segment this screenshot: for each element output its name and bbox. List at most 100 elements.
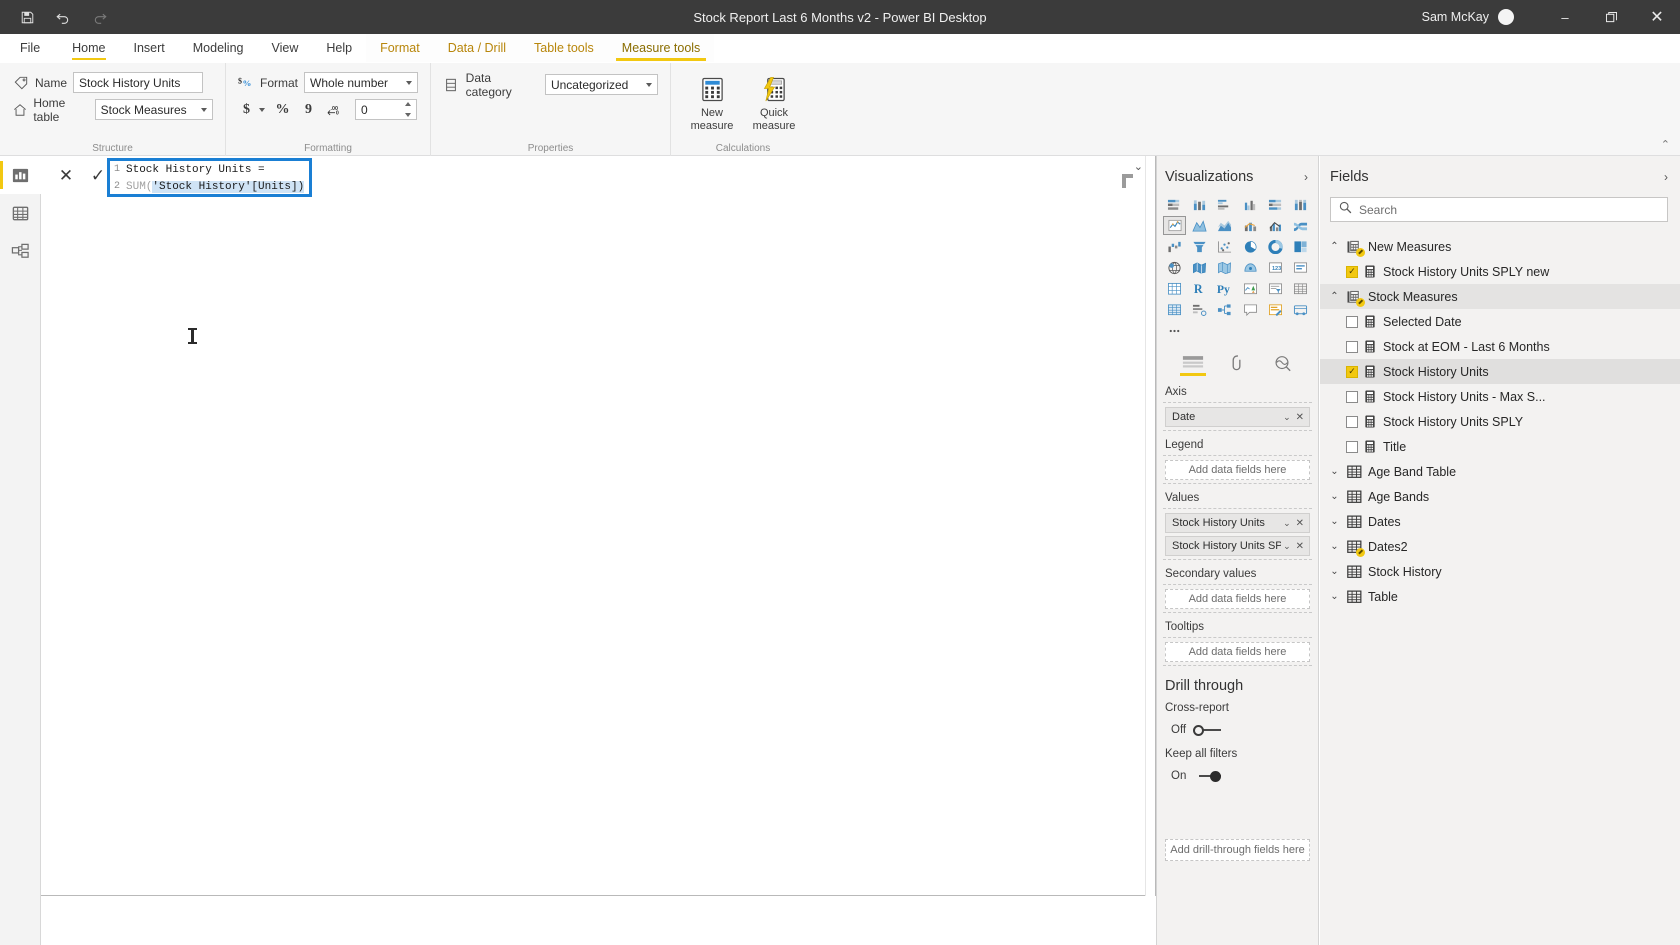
- ribbon-tab-data-drill[interactable]: Data / Drill: [433, 34, 521, 62]
- viz-icon-line-clustered-column-chart[interactable]: [1264, 216, 1287, 235]
- format-select[interactable]: Whole number: [304, 72, 418, 93]
- viz-icon-100-stacked-bar-chart[interactable]: [1264, 195, 1287, 214]
- field-stock-history-units-sply[interactable]: Stock History Units SPLY: [1320, 409, 1680, 434]
- viz-icon-pie-chart[interactable]: [1238, 237, 1261, 256]
- stepper-arrows[interactable]: [402, 102, 413, 117]
- viz-icon-paginated-report[interactable]: [1289, 300, 1312, 319]
- viz-icon-waterfall-chart[interactable]: [1163, 237, 1186, 256]
- save-icon[interactable]: [16, 6, 38, 28]
- ribbon-tab-modeling[interactable]: Modeling: [178, 34, 258, 62]
- viz-icon-map[interactable]: [1163, 258, 1186, 277]
- viz-icon-area-chart[interactable]: [1188, 216, 1211, 235]
- close-button[interactable]: ✕: [1634, 0, 1680, 34]
- viz-icon-q-and-a[interactable]: [1238, 300, 1261, 319]
- resize-corner-handle[interactable]: [1122, 174, 1133, 188]
- minimize-button[interactable]: –: [1542, 0, 1588, 34]
- tab-analytics[interactable]: [1267, 352, 1297, 374]
- rail-item-data-view[interactable]: [0, 194, 41, 232]
- field-checkbox[interactable]: [1346, 340, 1358, 353]
- currency-chevron-down-icon[interactable]: [259, 107, 265, 112]
- chevron-down-icon[interactable]: ⌄: [1328, 516, 1341, 527]
- chevron-up-icon[interactable]: ⌃: [1328, 241, 1341, 252]
- viz-icon-py-script-visual[interactable]: Py: [1213, 279, 1236, 298]
- ribbon-tab-home[interactable]: Home: [58, 34, 120, 62]
- chip-values-stock-history-units[interactable]: Stock History Units ⌄ ✕: [1165, 513, 1310, 533]
- viz-icon-key-influencers[interactable]: [1188, 300, 1211, 319]
- ribbon-tab-help[interactable]: Help: [312, 34, 367, 62]
- field-checkbox[interactable]: [1346, 315, 1358, 328]
- formula-input[interactable]: 1 Stock History Units = 2 SUM('Stock His…: [107, 158, 312, 197]
- field-checkbox[interactable]: [1346, 415, 1358, 428]
- field-stock-at-eom-last-6-months[interactable]: Stock at EOM - Last 6 Months: [1320, 334, 1680, 359]
- cancel-formula-button[interactable]: ✕: [53, 163, 79, 189]
- chevron-down-icon[interactable]: ⌄: [1328, 566, 1341, 577]
- chevron-down-icon[interactable]: ⌄: [1328, 541, 1341, 552]
- field-checkbox[interactable]: [1346, 440, 1358, 453]
- ribbon-tab-insert[interactable]: Insert: [119, 34, 179, 62]
- viz-icon-gauge[interactable]: 123: [1264, 258, 1287, 277]
- cross-report-toggle[interactable]: [1193, 724, 1222, 736]
- search-input[interactable]: Search: [1330, 197, 1668, 222]
- viz-icon-line-stacked-column-chart[interactable]: [1238, 216, 1261, 235]
- fields-group-new-measures[interactable]: ⌃ New Measures: [1320, 234, 1680, 259]
- chevron-up-icon[interactable]: ⌃: [1328, 291, 1341, 302]
- field-stock-history-units[interactable]: Stock History Units: [1320, 359, 1680, 384]
- decimal-places-button[interactable]: .00 0: [326, 99, 343, 120]
- fields-table-dates2[interactable]: ⌄ Dates2: [1320, 534, 1680, 559]
- restore-button[interactable]: [1588, 0, 1634, 34]
- viz-icon-treemap[interactable]: [1289, 237, 1312, 256]
- viz-icon-100-stacked-column-chart[interactable]: [1289, 195, 1312, 214]
- measure-name-input[interactable]: Stock History Units: [73, 72, 204, 93]
- fields-table-age-band-table[interactable]: ⌄ Age Band Table: [1320, 459, 1680, 484]
- ribbon-tab-view[interactable]: View: [257, 34, 313, 62]
- chevron-down-icon[interactable]: ⌄: [1281, 412, 1293, 423]
- viz-icon-funnel-chart[interactable]: [1188, 237, 1211, 256]
- decimals-stepper[interactable]: 0: [355, 99, 417, 120]
- quick-measure-button[interactable]: Quick measure: [745, 71, 803, 133]
- user-name[interactable]: Sam McKay: [1422, 10, 1489, 24]
- new-measure-button[interactable]: New measure: [683, 71, 741, 133]
- field-checkbox[interactable]: [1346, 265, 1358, 278]
- fields-table-age-bands[interactable]: ⌄ Age Bands: [1320, 484, 1680, 509]
- chip-values-stock-history-units-sply[interactable]: Stock History Units SPLY ⌄ ✕: [1165, 536, 1310, 556]
- viz-icon-ribbon-chart[interactable]: [1289, 216, 1312, 235]
- viz-icon-slicer[interactable]: [1264, 279, 1287, 298]
- chevron-down-icon[interactable]: ⌄: [1281, 541, 1293, 552]
- dropzone-secondary-values[interactable]: Add data fields here: [1165, 589, 1310, 609]
- rail-item-model-view[interactable]: [0, 232, 41, 270]
- viz-icon-kpi[interactable]: [1238, 279, 1261, 298]
- expand-formula-bar-button[interactable]: ⌄: [1134, 160, 1143, 173]
- viz-icon-smart-narrative[interactable]: [1264, 300, 1287, 319]
- dax-formula-editor[interactable]: ✕ ✓ 1 Stock History Units = 2 SUM('Stock…: [41, 156, 1156, 896]
- viz-icon-r-script-visual[interactable]: R: [1188, 279, 1211, 298]
- field-selected-date[interactable]: Selected Date: [1320, 309, 1680, 334]
- field-stock-history-units-sply-new[interactable]: Stock History Units SPLY new: [1320, 259, 1680, 284]
- viz-icon-clustered-column-chart[interactable]: [1238, 195, 1261, 214]
- ribbon-tab-measure-tools[interactable]: Measure tools: [607, 34, 715, 62]
- tab-fields[interactable]: [1178, 352, 1208, 376]
- viz-icon-multi-row-card[interactable]: [1163, 279, 1186, 298]
- chevron-down-icon[interactable]: ⌄: [1281, 518, 1293, 529]
- currency-format-button[interactable]: $: [238, 99, 255, 120]
- viz-icon-stacked-column-chart[interactable]: [1188, 195, 1211, 214]
- undo-icon[interactable]: [52, 6, 74, 28]
- avatar[interactable]: [1498, 9, 1514, 25]
- remove-field-icon[interactable]: ✕: [1293, 518, 1307, 529]
- redo-icon[interactable]: [88, 6, 110, 28]
- remove-field-icon[interactable]: ✕: [1293, 412, 1307, 423]
- chevron-down-icon[interactable]: ⌄: [1328, 591, 1341, 602]
- viz-icon-card[interactable]: [1289, 258, 1312, 277]
- viz-icon-decomposition-tree[interactable]: [1213, 300, 1236, 319]
- viz-icon-azure-map[interactable]: [1238, 258, 1261, 277]
- field-title[interactable]: Title: [1320, 434, 1680, 459]
- chevron-right-icon[interactable]: ›: [1664, 170, 1668, 184]
- viz-icon-stacked-area-chart[interactable]: [1213, 216, 1236, 235]
- viz-icon-more-options[interactable]: [1163, 321, 1186, 340]
- field-checkbox[interactable]: [1346, 390, 1358, 403]
- viz-icon-line-chart[interactable]: [1163, 216, 1187, 235]
- ribbon-tab-format[interactable]: Format: [366, 34, 434, 62]
- ribbon-tab-table-tools[interactable]: Table tools: [520, 34, 608, 62]
- dropzone-tooltips[interactable]: Add data fields here: [1165, 642, 1310, 662]
- viz-icon-stacked-bar-chart[interactable]: [1163, 195, 1186, 214]
- viz-icon-scatter-chart[interactable]: [1213, 237, 1236, 256]
